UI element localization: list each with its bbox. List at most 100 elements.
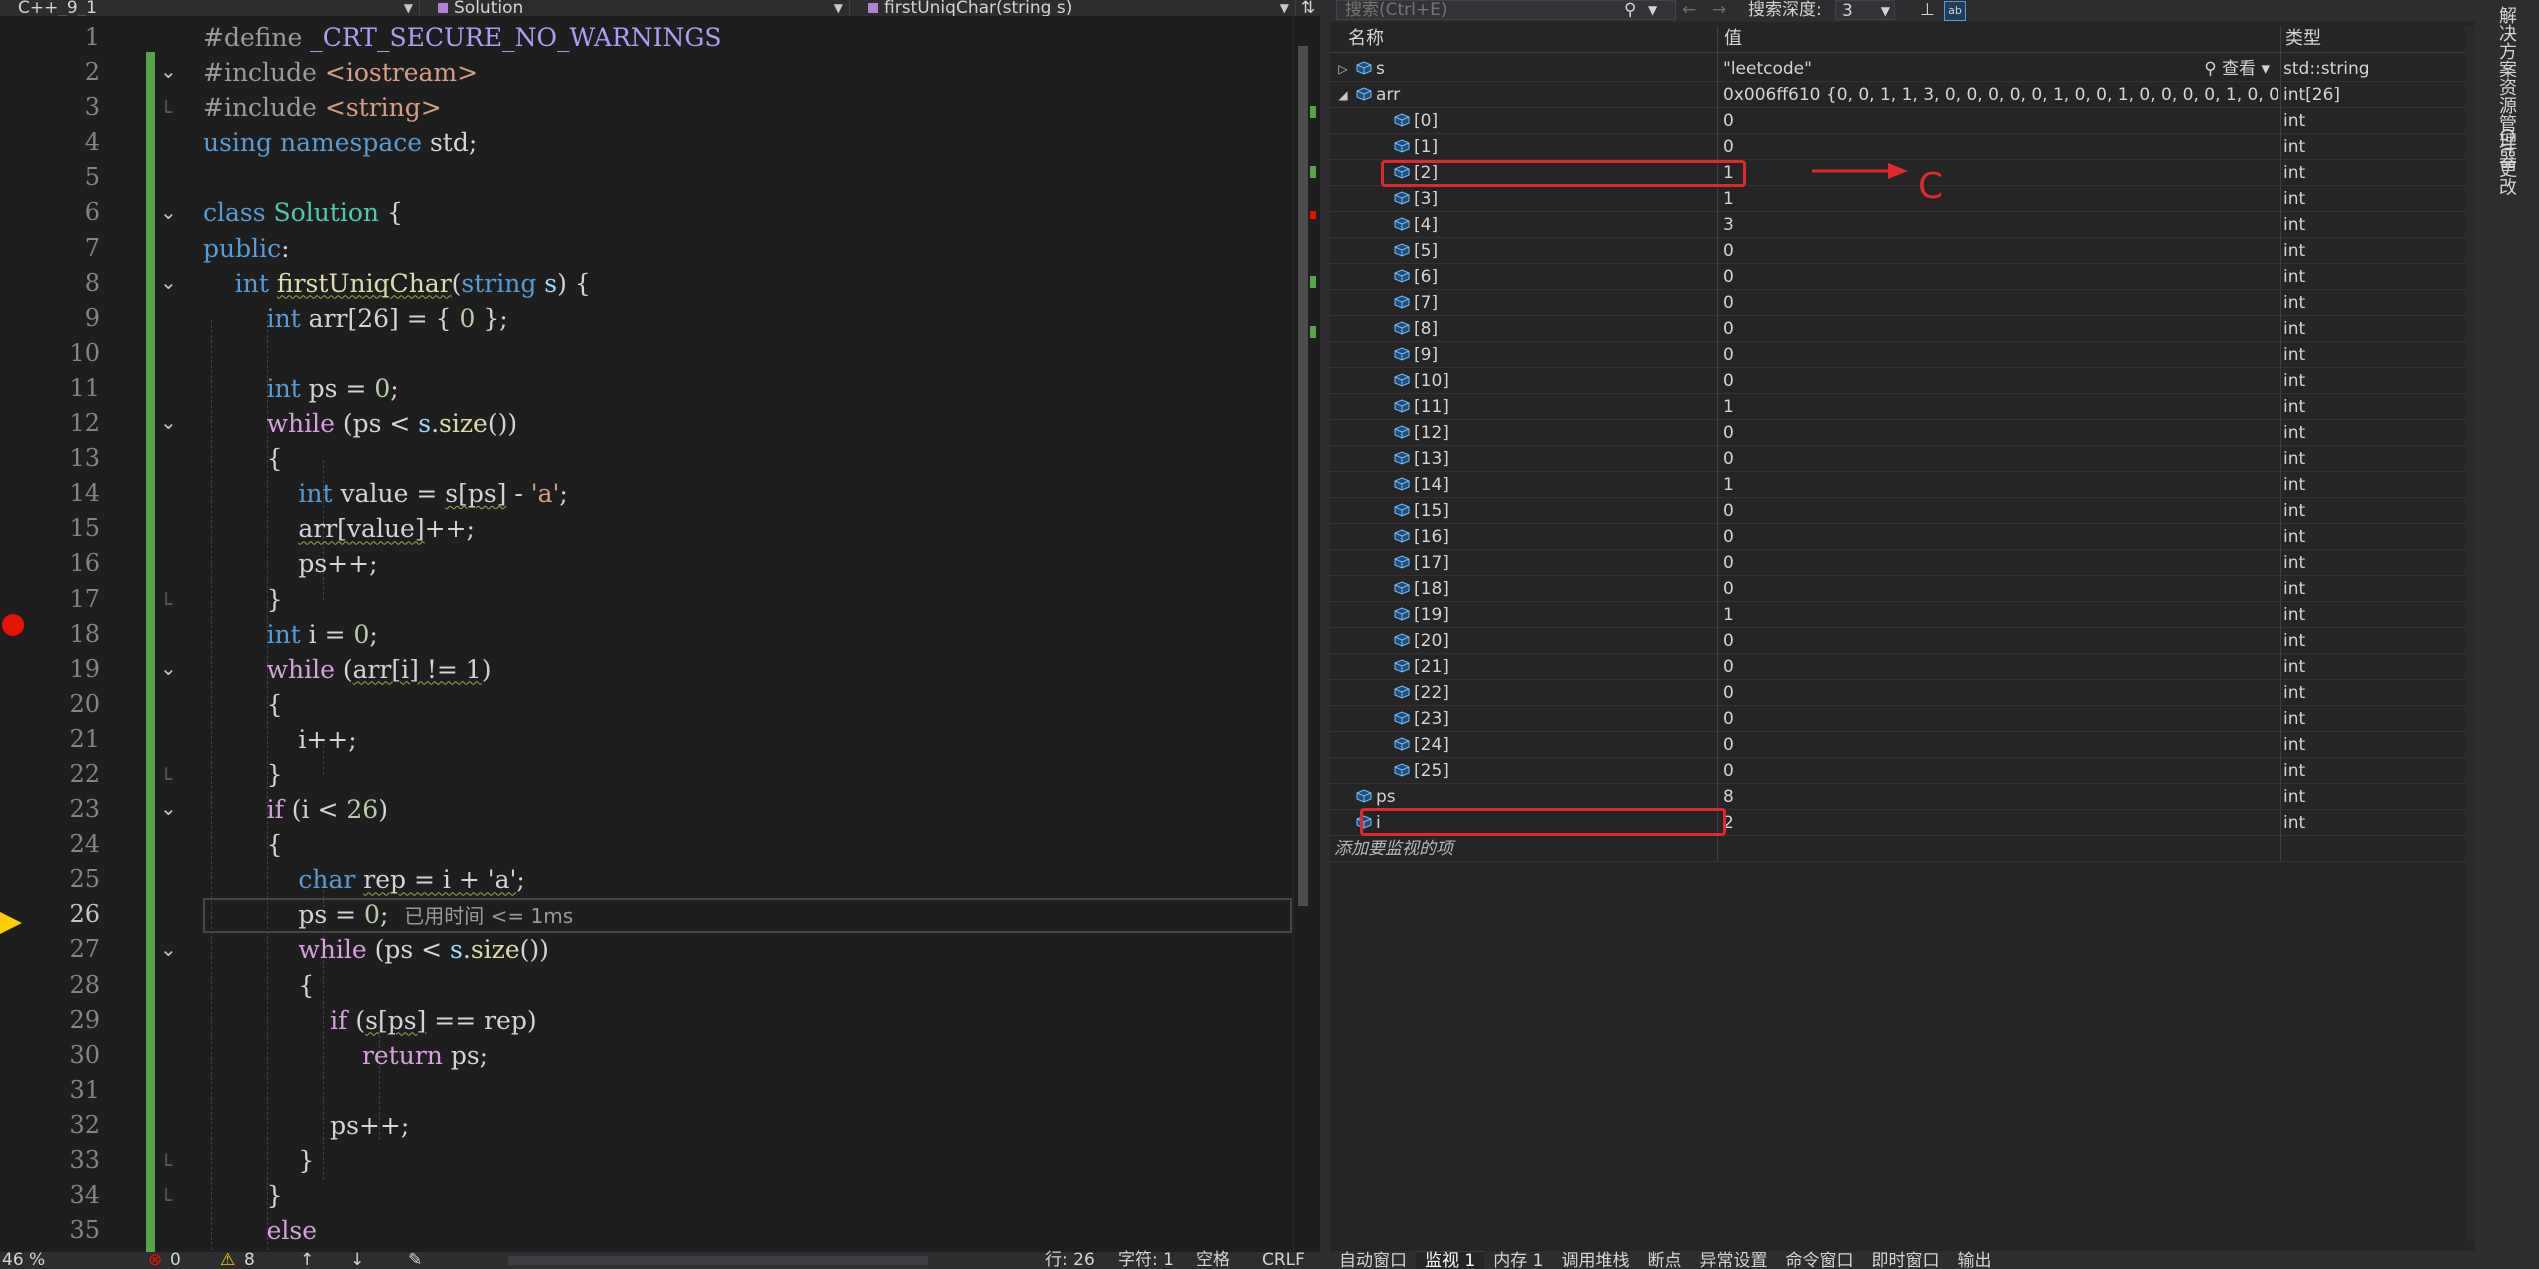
watch-row[interactable]: [0] 0 int <box>1330 108 2465 134</box>
code-line[interactable]: while (ps < s.size()) <box>203 932 1320 967</box>
code-text-area[interactable]: #define _CRT_SECURE_NO_WARNINGS #include … <box>203 20 1320 1250</box>
watch-value-cell[interactable]: 0 <box>1723 654 2278 679</box>
watch-row[interactable]: [19] 1 int <box>1330 602 2465 628</box>
watch-value-cell[interactable]: 0 <box>1723 550 2278 575</box>
name-column-header[interactable]: 名称 <box>1330 26 1717 52</box>
code-line[interactable]: using namespace std; <box>203 125 1320 160</box>
watch-row[interactable]: [11] 1 int <box>1330 394 2465 420</box>
down-arrow-icon[interactable]: ↓ <box>350 1252 364 1269</box>
watch-row[interactable]: [5] 0 int <box>1330 238 2465 264</box>
watch-vertical-scrollbar[interactable] <box>2465 26 2475 1241</box>
watch-row[interactable]: [25] 0 int <box>1330 758 2465 784</box>
watch-row[interactable]: [14] 1 int <box>1330 472 2465 498</box>
warning-count[interactable]: 8 <box>244 1252 255 1269</box>
collapse-arrow-icon[interactable]: ◢ <box>1336 82 1350 107</box>
watch-value-cell[interactable]: 1 <box>1723 472 2278 497</box>
horizontal-scrollbar[interactable] <box>508 1256 928 1265</box>
code-line[interactable]: class Solution { <box>203 195 1320 230</box>
code-line[interactable]: char rep = i + 'a'; <box>203 862 1320 897</box>
watch-value-cell[interactable]: 0 <box>1723 706 2278 731</box>
scrollbar-thumb[interactable] <box>1298 46 1308 906</box>
watch-row[interactable]: ps 8 int <box>1330 784 2465 810</box>
code-line[interactable] <box>203 1073 1320 1108</box>
add-watch-placeholder[interactable]: 添加要监视的项 <box>1334 836 1453 861</box>
back-arrow-icon[interactable]: ← <box>1682 0 1696 20</box>
code-line[interactable]: i++; <box>203 722 1320 757</box>
code-line[interactable]: #include <iostream> <box>203 55 1320 90</box>
code-line[interactable]: } <box>203 1143 1320 1178</box>
add-watch-row[interactable]: 添加要监视的项 <box>1330 836 2465 862</box>
code-line[interactable]: { <box>203 687 1320 722</box>
watch-tab[interactable]: 监视 1 <box>1416 1251 1485 1269</box>
code-line[interactable]: ps = 0; 已用时间 <= 1ms <box>203 897 1320 934</box>
watch-row[interactable]: [20] 0 int <box>1330 628 2465 654</box>
code-line[interactable]: #include <string> <box>203 90 1320 125</box>
code-editor[interactable]: C++_9_1 ▼ Solution ▼ firstUniqChar(strin… <box>0 0 1320 1269</box>
watch-value-cell[interactable]: 0 <box>1723 290 2278 315</box>
watch-row[interactable]: ▷ s "leetcode" ⚲ 查看 ▾ std::string <box>1330 56 2465 82</box>
watch-tab[interactable]: 即时窗口 <box>1862 1252 1948 1269</box>
type-column-header[interactable]: 类型 <box>2281 26 2465 52</box>
indent-mode[interactable]: 空格 <box>1196 1252 1230 1269</box>
watch-value-cell[interactable]: 0 <box>1723 108 2278 133</box>
scope-dropdown[interactable]: Solution ▼ <box>420 0 850 16</box>
fold-toggle-icon[interactable]: ⌄ <box>160 200 177 224</box>
watch-tab[interactable]: 内存 1 <box>1484 1252 1552 1269</box>
watch-value-cell[interactable]: "leetcode" ⚲ 查看 ▾ <box>1723 56 2278 81</box>
watch-row[interactable]: [22] 0 int <box>1330 680 2465 706</box>
watch-tab[interactable]: 输出 <box>1948 1252 2000 1269</box>
watch-value-cell[interactable] <box>1723 836 2278 861</box>
watch-value-cell[interactable]: 3 <box>1723 212 2278 237</box>
code-line[interactable]: { <box>203 968 1320 1003</box>
code-line[interactable]: while (ps < s.size()) <box>203 406 1320 441</box>
watch-tab[interactable]: 调用堆栈 <box>1552 1252 1638 1269</box>
visualizer-button[interactable]: ⚲ 查看 ▾ <box>2204 56 2270 81</box>
code-line[interactable]: ps++; <box>203 1108 1320 1143</box>
pane-splitter[interactable] <box>1320 0 1330 1269</box>
watch-value-cell[interactable]: 8 <box>1723 784 2278 809</box>
code-line[interactable]: while (arr[i] != 1) <box>203 652 1320 687</box>
code-line[interactable]: } <box>203 1178 1320 1213</box>
member-dropdown[interactable]: firstUniqChar(string s) ▼ <box>850 0 1296 16</box>
watch-row[interactable]: [21] 0 int <box>1330 654 2465 680</box>
watch-value-cell[interactable]: 0 <box>1723 134 2278 159</box>
watch-row[interactable]: [3] 1 int <box>1330 186 2465 212</box>
fold-toggle-icon[interactable]: ⌄ <box>160 937 177 961</box>
watch-tab[interactable]: 命令窗口 <box>1776 1252 1862 1269</box>
code-line[interactable] <box>203 160 1320 195</box>
fold-toggle-icon[interactable]: ⌄ <box>160 410 177 434</box>
watch-row[interactable]: [16] 0 int <box>1330 524 2465 550</box>
code-line[interactable]: } <box>203 582 1320 617</box>
forward-arrow-icon[interactable]: → <box>1712 0 1726 20</box>
watch-value-cell[interactable]: 1 <box>1723 602 2278 627</box>
glyph-margin[interactable] <box>0 16 28 1252</box>
watch-row[interactable]: [7] 0 int <box>1330 290 2465 316</box>
breakpoint-icon[interactable] <box>2 614 24 636</box>
watch-row[interactable]: ◢ arr 0x006ff610 {0, 0, 1, 1, 3, 0, 0, 0, … <box>1330 82 2465 108</box>
watch-value-cell[interactable]: 0 <box>1723 264 2278 289</box>
watch-value-cell[interactable]: 0 <box>1723 498 2278 523</box>
watch-value-cell[interactable]: 1 <box>1723 160 2278 185</box>
watch-value-cell[interactable]: 0 <box>1723 368 2278 393</box>
watch-value-cell[interactable]: 0 <box>1723 732 2278 757</box>
editor-vertical-scrollbar[interactable] <box>1293 16 1320 1252</box>
watch-row[interactable]: [12] 0 int <box>1330 420 2465 446</box>
watch-row[interactable]: [13] 0 int <box>1330 446 2465 472</box>
search-depth-select[interactable]: 3 ▼ <box>1835 0 1895 21</box>
watch-value-cell[interactable]: 0 <box>1723 342 2278 367</box>
watch-row[interactable]: [18] 0 int <box>1330 576 2465 602</box>
split-editor-button[interactable]: ⇅ <box>1296 0 1320 16</box>
code-line[interactable]: arr[value]++; <box>203 511 1320 546</box>
git-changes-tab[interactable]: Git 更改 <box>2493 128 2519 196</box>
watch-value-cell[interactable]: 0 <box>1723 420 2278 445</box>
watch-row[interactable]: [17] 0 int <box>1330 550 2465 576</box>
watch-row[interactable]: [1] 0 int <box>1330 134 2465 160</box>
code-line[interactable]: int arr[26] = { 0 }; <box>203 301 1320 336</box>
watch-value-cell[interactable]: 1 <box>1723 394 2278 419</box>
code-line[interactable]: ps++; <box>203 546 1320 581</box>
watch-value-cell[interactable]: 0 <box>1723 238 2278 263</box>
expand-arrow-icon[interactable]: ▷ <box>1336 56 1350 81</box>
code-line[interactable]: #define _CRT_SECURE_NO_WARNINGS <box>203 20 1320 55</box>
fold-toggle-icon[interactable]: ⌄ <box>160 656 177 680</box>
fold-toggle-icon[interactable]: ⌄ <box>160 270 177 294</box>
